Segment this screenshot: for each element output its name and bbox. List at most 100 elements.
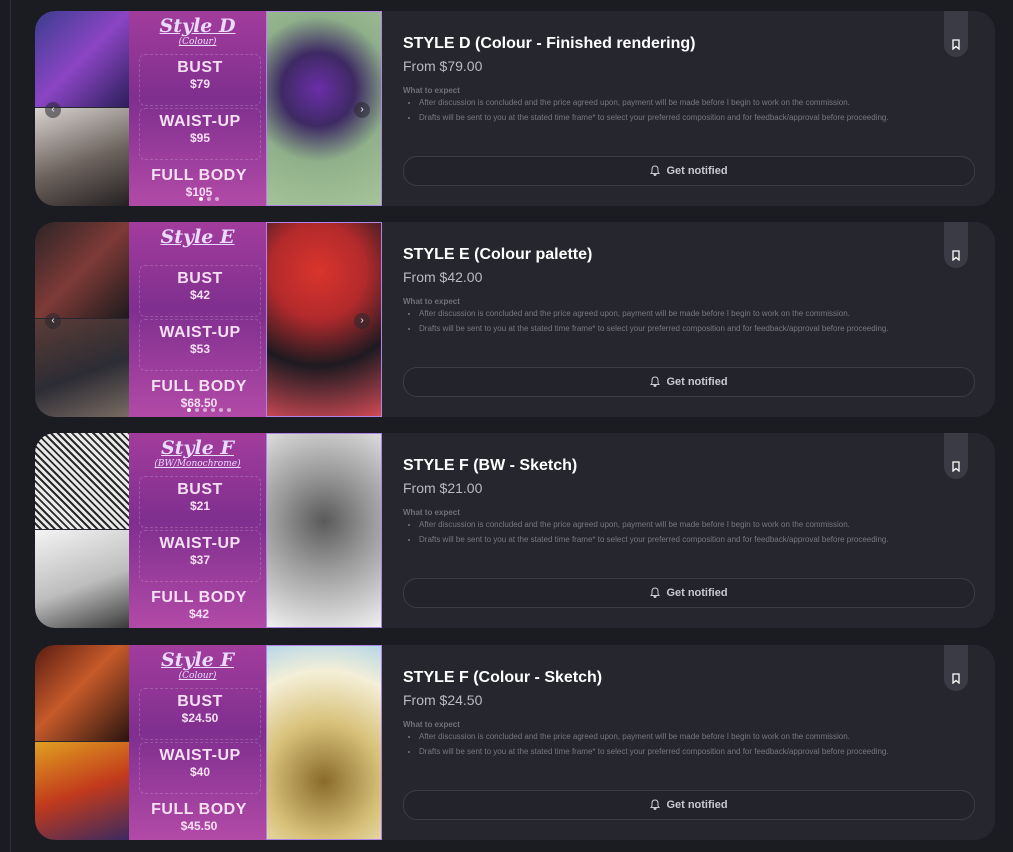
price-sheet-title: Style F	[161, 437, 234, 459]
listing-title[interactable]: STYLE E (Colour palette)	[403, 246, 592, 264]
listing-price: From $42.00	[403, 269, 483, 285]
price-sheet: Style D (Colour) BUST $79 WAIST-UP $95 F…	[129, 11, 266, 206]
tier-price: $53	[189, 342, 211, 356]
bell-icon	[650, 165, 661, 176]
expect-heading: What to expect	[403, 508, 460, 517]
image-gallery[interactable]: Style D (Colour) BUST $79 WAIST-UP $95 F…	[35, 11, 382, 206]
image-gallery[interactable]: Style F (Colour) BUST $24.50 WAIST-UP $4…	[35, 645, 382, 840]
tier-price: $37	[189, 553, 211, 567]
get-notified-label: Get notified	[666, 799, 728, 811]
chevron-left-icon[interactable]: ‹	[45, 102, 61, 118]
bookmark-button[interactable]	[944, 11, 968, 57]
tier-price: $21	[189, 499, 211, 513]
tier-price: $95	[189, 131, 211, 145]
expect-heading: What to expect	[403, 720, 460, 729]
bookmark-button[interactable]	[944, 645, 968, 691]
get-notified-button[interactable]: Get notified	[403, 156, 975, 186]
tier-name: BUST	[177, 693, 223, 710]
commission-card-style-f-bw[interactable]: Style F (BW/Monochrome) BUST $21 WAIST-U…	[35, 433, 995, 628]
expect-list: After discussion is concluded and the pr…	[403, 308, 979, 356]
tier-name: BUST	[177, 270, 223, 287]
listing-title[interactable]: STYLE F (Colour - Sketch)	[403, 669, 602, 687]
get-notified-label: Get notified	[666, 376, 728, 388]
expect-heading: What to expect	[403, 86, 460, 95]
expect-list: After discussion is concluded and the pr…	[403, 519, 979, 567]
tier-price: $79	[189, 77, 211, 91]
gallery-thumb-bottom	[35, 108, 129, 206]
tier-name: WAIST-UP	[159, 324, 241, 341]
get-notified-label: Get notified	[666, 587, 728, 599]
tier-waist-up: WAIST-UP $53	[139, 319, 261, 371]
image-gallery[interactable]: Style E BUST $42 WAIST-UP $53 FULL BODY …	[35, 222, 382, 417]
bookmark-icon	[952, 39, 960, 50]
gallery-thumb-bottom	[35, 319, 129, 417]
pagination-dot[interactable]	[226, 408, 231, 412]
price-sheet-subtitle: (Colour)	[178, 37, 217, 47]
bookmark-icon	[952, 461, 960, 472]
bell-icon	[650, 799, 661, 810]
gallery-pagination[interactable]	[35, 408, 382, 412]
pagination-dot[interactable]	[214, 197, 219, 201]
get-notified-button[interactable]: Get notified	[403, 367, 975, 397]
expect-item: After discussion is concluded and the pr…	[419, 308, 979, 320]
listing-title[interactable]: STYLE F (BW - Sketch)	[403, 457, 577, 475]
tier-name: FULL BODY	[151, 589, 247, 606]
tier-name: WAIST-UP	[159, 747, 241, 764]
expect-item: Drafts will be sent to you at the stated…	[419, 534, 979, 546]
tier-waist-up: WAIST-UP $37	[139, 530, 261, 582]
tier-bust: BUST $24.50	[139, 688, 261, 740]
price-sheet: Style E BUST $42 WAIST-UP $53 FULL BODY …	[129, 222, 266, 417]
pagination-dot[interactable]	[202, 408, 207, 412]
tier-name: WAIST-UP	[159, 535, 241, 552]
pagination-dot[interactable]	[218, 408, 223, 412]
price-sheet-subtitle: (Colour)	[178, 671, 217, 681]
pagination-dot[interactable]	[186, 408, 191, 412]
gallery-thumb-top	[35, 222, 129, 318]
listing-price: From $24.50	[403, 692, 483, 708]
page-left-edge	[0, 0, 11, 852]
tier-price: $42	[189, 288, 211, 302]
price-sheet-title: Style D	[159, 15, 236, 37]
pagination-dot[interactable]	[210, 408, 215, 412]
tier-waist-up: WAIST-UP $95	[139, 108, 261, 160]
get-notified-label: Get notified	[666, 165, 728, 177]
chevron-right-icon[interactable]: ›	[354, 313, 370, 329]
gallery-pagination[interactable]	[35, 197, 382, 201]
chevron-right-icon[interactable]: ›	[354, 102, 370, 118]
get-notified-button[interactable]: Get notified	[403, 578, 975, 608]
tier-name: BUST	[177, 59, 223, 76]
bookmark-button[interactable]	[944, 433, 968, 479]
bookmark-icon	[952, 250, 960, 261]
gallery-thumb-top	[35, 11, 129, 107]
tier-price: $42	[188, 607, 210, 621]
chevron-left-icon[interactable]: ‹	[45, 313, 61, 329]
commission-card-style-f-colour[interactable]: Style F (Colour) BUST $24.50 WAIST-UP $4…	[35, 645, 995, 840]
bell-icon	[650, 376, 661, 387]
pagination-dot[interactable]	[194, 408, 199, 412]
commission-card-style-d[interactable]: Style D (Colour) BUST $79 WAIST-UP $95 F…	[35, 11, 995, 206]
expect-list: After discussion is concluded and the pr…	[403, 731, 979, 779]
tier-price: $45.50	[180, 819, 218, 833]
price-sheet: Style F (Colour) BUST $24.50 WAIST-UP $4…	[129, 645, 266, 840]
price-sheet: Style F (BW/Monochrome) BUST $21 WAIST-U…	[129, 433, 266, 628]
tier-bust: BUST $42	[139, 265, 261, 317]
gallery-thumb-top	[35, 433, 129, 529]
tier-waist-up: WAIST-UP $40	[139, 742, 261, 794]
bookmark-button[interactable]	[944, 222, 968, 268]
expect-item: After discussion is concluded and the pr…	[419, 97, 979, 109]
get-notified-button[interactable]: Get notified	[403, 790, 975, 820]
listing-title[interactable]: STYLE D (Colour - Finished rendering)	[403, 35, 695, 53]
commission-card-style-e[interactable]: Style E BUST $42 WAIST-UP $53 FULL BODY …	[35, 222, 995, 417]
pagination-dot[interactable]	[198, 197, 203, 201]
bell-icon	[650, 587, 661, 598]
tier-name: WAIST-UP	[159, 113, 241, 130]
expect-item: After discussion is concluded and the pr…	[419, 519, 979, 531]
expect-item: Drafts will be sent to you at the stated…	[419, 323, 979, 335]
image-gallery[interactable]: Style F (BW/Monochrome) BUST $21 WAIST-U…	[35, 433, 382, 628]
bookmark-icon	[952, 673, 960, 684]
gallery-thumb-bottom	[35, 742, 129, 840]
tier-full-body: FULL BODY $42	[139, 585, 259, 628]
pagination-dot[interactable]	[206, 197, 211, 201]
expect-item: Drafts will be sent to you at the stated…	[419, 746, 979, 758]
tier-price: $40	[189, 765, 211, 779]
